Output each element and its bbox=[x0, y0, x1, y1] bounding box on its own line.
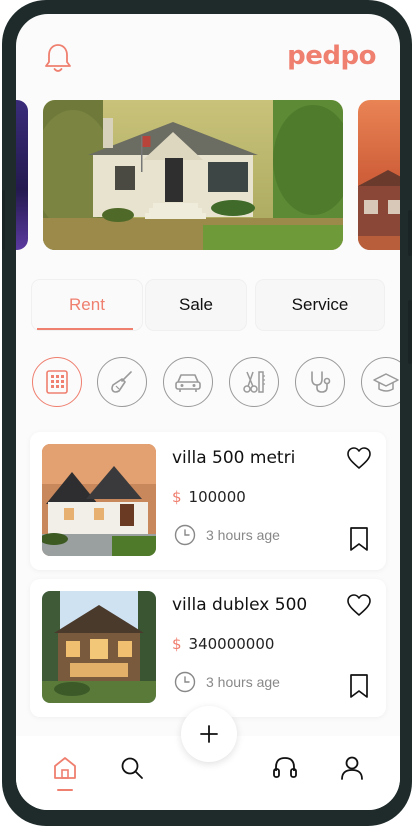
broom-icon bbox=[111, 371, 132, 393]
category-barber[interactable] bbox=[229, 357, 279, 407]
time-text: 3 hours age bbox=[206, 674, 280, 690]
listing-price: $340000000 bbox=[172, 635, 274, 653]
tab-service[interactable]: Service bbox=[256, 280, 384, 330]
currency-symbol: $ bbox=[172, 635, 182, 653]
category-building[interactable] bbox=[32, 357, 82, 407]
listing-title: villa dublex 500 bbox=[172, 595, 308, 615]
currency-symbol: $ bbox=[172, 488, 182, 506]
clock-icon bbox=[174, 524, 196, 546]
tab-rent[interactable]: Rent bbox=[32, 280, 142, 330]
side-button bbox=[2, 190, 5, 250]
home-icon[interactable] bbox=[51, 754, 79, 782]
listing-time: 3 hours age bbox=[174, 671, 280, 693]
banner-slide-house[interactable] bbox=[43, 100, 343, 250]
category-filter-row bbox=[16, 357, 400, 411]
bell-icon[interactable] bbox=[43, 42, 73, 74]
listing-time: 3 hours age bbox=[174, 524, 280, 546]
bookmark-icon[interactable] bbox=[348, 673, 370, 699]
scissors-comb-icon bbox=[243, 371, 265, 393]
listing-title: villa 500 metri bbox=[172, 448, 296, 468]
listing-image bbox=[42, 591, 156, 703]
add-listing-button[interactable] bbox=[181, 706, 237, 762]
category-medical[interactable] bbox=[295, 357, 345, 407]
house-image bbox=[43, 100, 343, 250]
listing-card[interactable]: villa dublex 500 $340000000 3 hours age bbox=[30, 579, 386, 717]
side-button bbox=[408, 300, 412, 364]
tab-label: Service bbox=[291, 295, 349, 314]
banner-carousel[interactable] bbox=[16, 100, 400, 252]
listing-image bbox=[42, 444, 156, 556]
banner-slide-next[interactable] bbox=[358, 100, 400, 250]
time-text: 3 hours age bbox=[206, 527, 280, 543]
price-value: 340000000 bbox=[188, 635, 275, 653]
car-icon bbox=[175, 374, 201, 392]
category-cleaning[interactable] bbox=[97, 357, 147, 407]
heart-icon[interactable] bbox=[346, 446, 372, 470]
tab-sale[interactable]: Sale bbox=[146, 280, 246, 330]
active-nav-indicator bbox=[57, 789, 73, 791]
tab-label: Rent bbox=[69, 295, 105, 314]
price-value: 100000 bbox=[188, 488, 246, 506]
category-car[interactable] bbox=[163, 357, 213, 407]
listing-card[interactable]: villa 500 metri $100000 3 hours age bbox=[30, 432, 386, 570]
header: pedpo bbox=[16, 14, 400, 94]
listing-type-tabs: Rent Sale Service bbox=[32, 280, 384, 332]
user-icon[interactable] bbox=[338, 754, 366, 782]
stethoscope-icon bbox=[311, 371, 331, 393]
heart-icon[interactable] bbox=[346, 593, 372, 617]
tab-label: Sale bbox=[178, 295, 214, 314]
clock-icon bbox=[174, 671, 196, 693]
active-tab-underline bbox=[37, 328, 133, 330]
plus-icon bbox=[200, 725, 218, 743]
phone-frame: pedpo Rent Sale Service villa 500 metri … bbox=[2, 0, 412, 826]
app-screen: pedpo Rent Sale Service villa 500 metri … bbox=[16, 14, 400, 810]
building-icon bbox=[46, 370, 68, 394]
category-education[interactable] bbox=[361, 357, 400, 407]
side-button bbox=[408, 210, 412, 256]
headset-icon[interactable] bbox=[271, 754, 299, 782]
banner-slide-prev[interactable] bbox=[16, 100, 28, 250]
app-logo: pedpo bbox=[287, 41, 376, 71]
bookmark-icon[interactable] bbox=[348, 526, 370, 552]
graduation-cap-icon bbox=[373, 373, 399, 392]
search-icon[interactable] bbox=[118, 754, 146, 782]
building-image bbox=[358, 170, 400, 250]
listing-price: $100000 bbox=[172, 488, 246, 506]
